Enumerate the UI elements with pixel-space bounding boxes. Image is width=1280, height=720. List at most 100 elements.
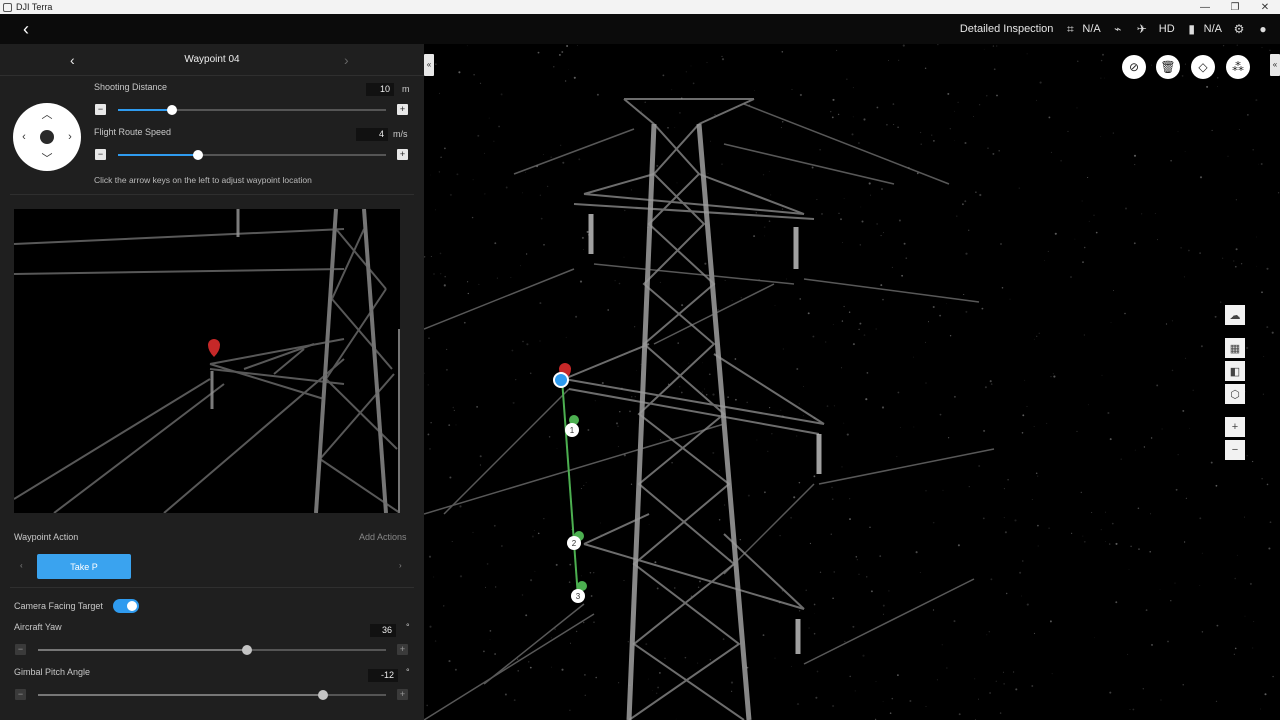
noise-point (1102, 53, 1104, 56)
aircraft-yaw-slider[interactable] (38, 645, 386, 655)
settings-gear-icon[interactable]: ⚙ (1232, 23, 1246, 35)
noise-point (812, 335, 815, 338)
noise-point (841, 466, 843, 468)
zoom-out-button[interactable]: − (1225, 440, 1245, 460)
arrow-up-button[interactable]: ︿ (41, 109, 53, 121)
dpad-center[interactable] (40, 130, 54, 144)
delete-icon[interactable]: 🗑 (1156, 55, 1180, 79)
noise-point (866, 372, 869, 374)
user-icon[interactable]: ● (1256, 23, 1270, 35)
gimbal-pitch-slider[interactable] (38, 690, 386, 700)
shooting-distance-plus-button[interactable]: + (397, 104, 408, 115)
noise-point (1100, 135, 1102, 137)
noise-point (1159, 588, 1161, 590)
noise-point (1076, 430, 1078, 432)
actions-scroll-left-button[interactable]: ‹ (20, 561, 23, 570)
gimbal-pitch-plus-button[interactable]: + (397, 689, 408, 700)
arrow-left-button[interactable]: ‹ (18, 131, 30, 143)
noise-point (988, 631, 990, 633)
noise-point (459, 505, 462, 508)
minimize-button[interactable]: — (1190, 0, 1220, 14)
noise-point (768, 171, 770, 173)
aircraft-yaw-minus-button[interactable]: − (15, 644, 26, 655)
flight-speed-plus-button[interactable]: + (397, 149, 408, 160)
gimbal-pitch-minus-button[interactable]: − (15, 689, 26, 700)
slider-thumb[interactable] (193, 150, 204, 160)
noise-point (986, 95, 988, 97)
noise-point (428, 555, 432, 558)
noise-point (721, 58, 725, 61)
noise-point (850, 472, 852, 473)
collapse-panel-button[interactable]: « (424, 54, 434, 76)
noise-point (1272, 675, 1274, 678)
flight-speed-slider[interactable] (118, 150, 386, 160)
video-status: HD (1159, 23, 1175, 35)
noise-point (1013, 671, 1015, 673)
shooting-distance-input[interactable]: 10 (366, 83, 394, 96)
arrow-down-button[interactable]: ﹀ (41, 153, 53, 165)
slider-thumb[interactable] (318, 690, 329, 700)
noise-point (428, 337, 430, 339)
noise-point (708, 373, 711, 376)
noise-point (701, 362, 703, 364)
side-view-icon[interactable]: ◧ (1225, 361, 1245, 381)
camera-facing-toggle[interactable] (113, 599, 139, 613)
prev-waypoint-button[interactable]: ‹ (70, 52, 75, 68)
noise-point (467, 292, 469, 295)
noise-point (833, 571, 835, 573)
gimbal-pitch-input[interactable]: -12 (368, 669, 398, 682)
top-view-icon[interactable]: ▦ (1225, 338, 1245, 358)
noise-point (913, 356, 914, 358)
flight-speed-minus-button[interactable]: − (95, 149, 106, 160)
noise-point (1050, 151, 1052, 153)
noise-point (831, 498, 834, 501)
take-photo-action-button[interactable]: Take P (37, 554, 131, 579)
restore-button[interactable]: ❐ (1220, 0, 1250, 14)
next-waypoint-button[interactable]: › (344, 52, 349, 68)
arrow-right-button[interactable]: › (64, 131, 76, 143)
noise-point (1035, 472, 1038, 474)
close-button[interactable]: ✕ (1250, 0, 1280, 14)
add-actions-button[interactable]: Add Actions (359, 532, 407, 542)
noise-point (581, 236, 584, 239)
collapse-right-button[interactable]: « (1270, 54, 1280, 76)
noise-point (484, 586, 486, 588)
noise-point (580, 488, 582, 489)
hide-icon[interactable]: ⊘ (1122, 55, 1146, 79)
point-cloud-viewport[interactable]: 1 2 3 « « ⊘ 🗑 ◇ ⁂ ☁ ▦ ◧ ⬡ + − (424, 44, 1280, 720)
cloud-view-icon[interactable]: ☁ (1225, 305, 1245, 325)
noise-point (876, 106, 879, 109)
noise-point (995, 680, 997, 682)
perspective-view-icon[interactable]: ⬡ (1225, 384, 1245, 404)
aircraft-yaw-plus-button[interactable]: + (397, 644, 408, 655)
noise-point (1222, 44, 1225, 47)
noise-point (996, 94, 998, 97)
noise-point (681, 304, 684, 307)
noise-point (846, 78, 848, 80)
actions-scroll-right-button[interactable]: › (399, 561, 402, 570)
noise-point (569, 642, 571, 644)
back-button[interactable]: ‹ (16, 19, 36, 39)
eraser-icon[interactable]: ◇ (1191, 55, 1215, 79)
zoom-in-button[interactable]: + (1225, 417, 1245, 437)
noise-point (1177, 454, 1179, 456)
slider-thumb[interactable] (241, 645, 252, 655)
noise-point (735, 398, 737, 401)
noise-point (865, 398, 868, 401)
slider-thumb[interactable] (166, 105, 177, 115)
noise-point (1044, 259, 1045, 261)
noise-point (892, 103, 895, 105)
shooting-distance-minus-button[interactable]: − (95, 104, 106, 115)
shooting-distance-slider[interactable] (118, 105, 386, 115)
noise-point (429, 625, 432, 628)
noise-point (472, 179, 474, 181)
noise-point (1189, 427, 1190, 429)
noise-point (1048, 116, 1051, 119)
shooting-distance-unit: m (402, 84, 410, 94)
noise-point (905, 257, 908, 260)
route-settings-icon[interactable]: ⁂ (1226, 55, 1250, 79)
aircraft-yaw-input[interactable]: 36 (370, 624, 396, 637)
flight-speed-input[interactable]: 4 (356, 128, 388, 141)
noise-point (553, 66, 555, 68)
noise-point (709, 659, 711, 661)
